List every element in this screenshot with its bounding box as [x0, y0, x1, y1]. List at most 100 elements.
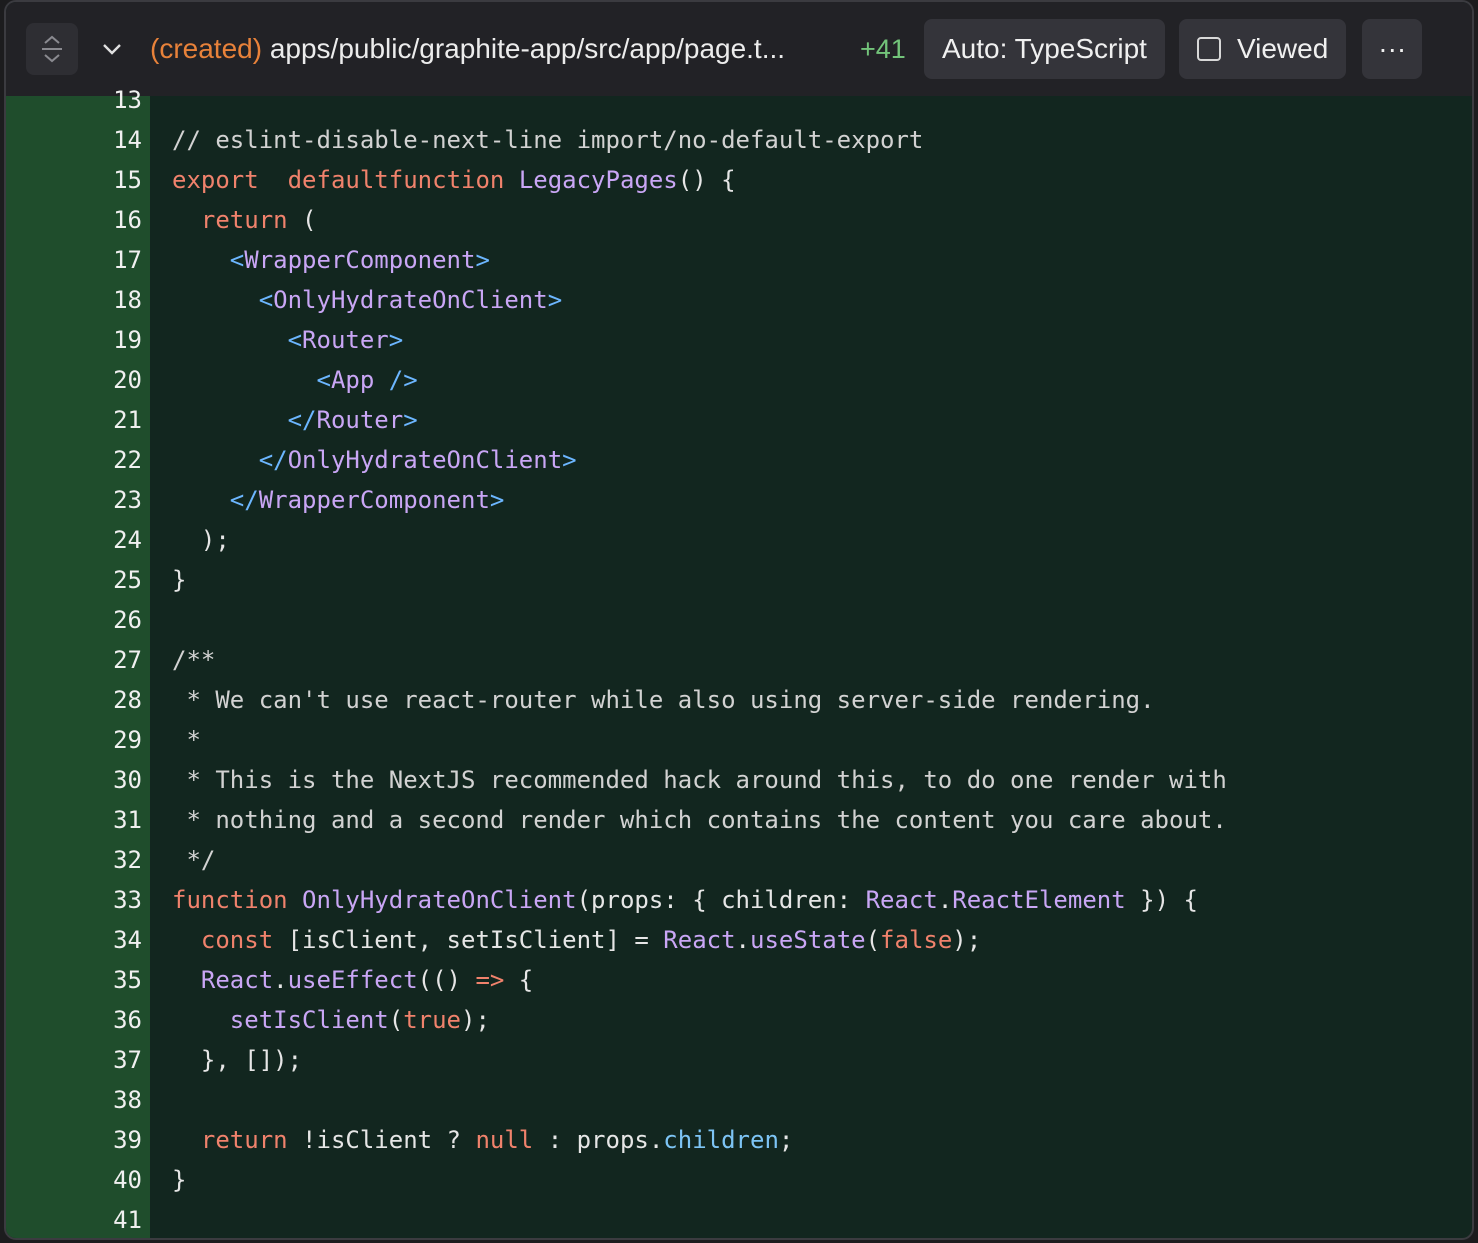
line-number[interactable]: 29	[6, 726, 142, 754]
code-text: function OnlyHydrateOnClient(props: { ch…	[172, 886, 1198, 914]
code-token: React	[200, 966, 274, 994]
line-number[interactable]: 14	[6, 126, 142, 154]
code-token: App	[330, 366, 375, 394]
code-token: : props.	[533, 1126, 664, 1154]
code-token: }) {	[1125, 886, 1198, 914]
code-token: true	[403, 1006, 461, 1034]
line-number[interactable]: 27	[6, 646, 142, 674]
line-number[interactable]: 13	[6, 86, 142, 114]
code-token: *	[172, 726, 201, 754]
code-token: .	[735, 926, 750, 954]
code-token: () {	[677, 166, 736, 194]
viewed-toggle[interactable]: Viewed	[1178, 19, 1347, 79]
code-line: 25}	[6, 560, 1472, 600]
code-line: 22 </OnlyHydrateOnClient>	[6, 440, 1472, 480]
code-token: return	[200, 206, 288, 234]
unfold-icon	[42, 35, 62, 63]
code-line: 15 export defaultfunction LegacyPages() {	[6, 160, 1472, 200]
file-path[interactable]: (created) apps/public/graphite-app/src/a…	[150, 33, 850, 65]
code-lines: 13 14 // eslint-disable-next-line import/n…	[6, 80, 1472, 1238]
code-text: * nothing and a second render which cont…	[172, 806, 1226, 834]
code-text: </Router>	[172, 406, 418, 434]
code-text: return (	[172, 206, 317, 234]
code-token: Router	[316, 406, 404, 434]
line-number[interactable]: 16	[6, 206, 142, 234]
line-number[interactable]: 39	[6, 1126, 142, 1154]
code-token: (	[865, 926, 881, 954]
line-number[interactable]: 21	[6, 406, 142, 434]
code-token: useState	[750, 926, 866, 954]
code-token: null	[475, 1126, 534, 1154]
line-number[interactable]: 35	[6, 966, 142, 994]
code-text: }	[172, 1166, 186, 1194]
code-token: .	[937, 886, 953, 914]
code-line: 18 <OnlyHydrateOnClient>	[6, 280, 1472, 320]
line-number[interactable]: 23	[6, 486, 142, 514]
code-text: <OnlyHydrateOnClient>	[172, 286, 562, 314]
line-number[interactable]: 30	[6, 766, 142, 794]
code-token: <	[316, 366, 331, 394]
file-status: (created)	[150, 33, 263, 64]
code-token: .	[273, 966, 288, 994]
code-line: 13	[6, 80, 1472, 120]
code-line: 24 );	[6, 520, 1472, 560]
line-number[interactable]: 15	[6, 166, 142, 194]
line-number[interactable]: 25	[6, 566, 142, 594]
line-number[interactable]: 34	[6, 926, 142, 954]
line-number[interactable]: 36	[6, 1006, 142, 1034]
code-line: 40}	[6, 1160, 1472, 1200]
line-number[interactable]: 17	[6, 246, 142, 274]
code-token: function	[172, 886, 288, 914]
code-text: */	[172, 846, 215, 874]
code-text: React.useEffect(() => {	[172, 966, 533, 994]
line-number[interactable]: 28	[6, 686, 142, 714]
code-token: !isClient ?	[287, 1126, 476, 1154]
code-token: </	[287, 406, 317, 434]
code-token: =>	[475, 966, 505, 994]
line-number[interactable]: 33	[6, 886, 142, 914]
line-number[interactable]: 40	[6, 1166, 142, 1194]
code-line: 17 <WrapperComponent>	[6, 240, 1472, 280]
line-number[interactable]: 41	[6, 1206, 142, 1234]
code-line: 27 /**	[6, 640, 1472, 680]
collapse-context-button[interactable]	[26, 23, 78, 75]
code-line: 23 </WrapperComponent>	[6, 480, 1472, 520]
line-number[interactable]: 31	[6, 806, 142, 834]
language-button[interactable]: Auto: TypeScript	[924, 19, 1165, 79]
line-number[interactable]: 24	[6, 526, 142, 554]
line-number[interactable]: 18	[6, 286, 142, 314]
code-token: default	[287, 166, 389, 194]
chevron-down-icon	[103, 44, 121, 55]
code-text: *	[172, 726, 201, 754]
code-token: }	[172, 566, 187, 594]
code-token: */	[172, 846, 216, 874]
more-options-button[interactable]: ···	[1362, 19, 1423, 79]
line-number[interactable]: 22	[6, 446, 142, 474]
diff-file-panel: (created) apps/public/graphite-app/src/a…	[4, 0, 1474, 1240]
code-token: export	[172, 166, 259, 194]
code-line: 26	[6, 600, 1472, 640]
line-number[interactable]: 26	[6, 606, 142, 634]
line-number[interactable]: 37	[6, 1046, 142, 1074]
code-token: (props: { children:	[576, 886, 866, 914]
line-number[interactable]: 20	[6, 366, 142, 394]
code-token: }, []);	[172, 1046, 303, 1074]
line-number[interactable]: 32	[6, 846, 142, 874]
line-number[interactable]: 38	[6, 1086, 142, 1114]
code-view: 13 14 // eslint-disable-next-line import/n…	[6, 86, 1472, 1238]
code-token: const	[200, 926, 274, 954]
checkbox-icon[interactable]	[1196, 37, 1221, 61]
line-number[interactable]: 19	[6, 326, 142, 354]
code-text: return !isClient ? null : props.children…	[172, 1126, 793, 1154]
code-line: 28 * We can't use react-router while als…	[6, 680, 1472, 720]
code-token: >	[547, 286, 563, 314]
expand-file-button[interactable]	[86, 23, 138, 75]
